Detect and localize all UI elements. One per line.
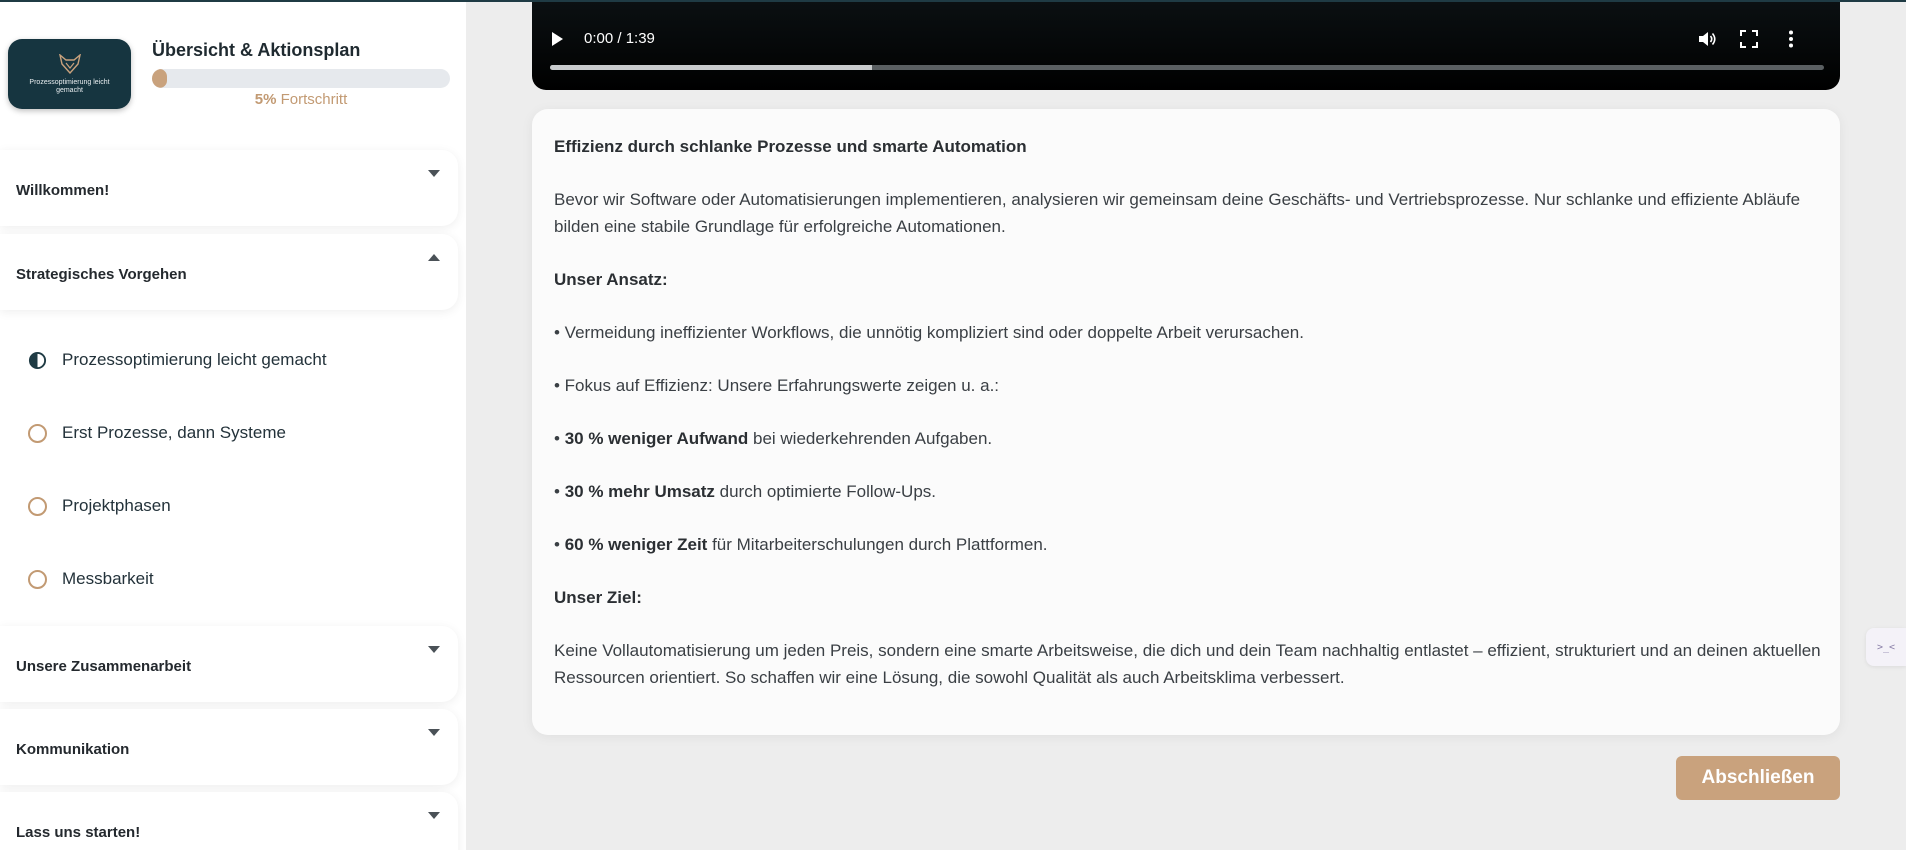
video-buffered (550, 65, 873, 70)
sidebar-header: Prozessoptimierung leicht gemacht Übersi… (0, 2, 466, 142)
section-title: Unsere Zusammenarbeit (16, 658, 192, 675)
lesson-item-projektphasen[interactable]: Projektphasen (28, 491, 171, 521)
lesson-label: Erst Prozesse, dann Systeme (62, 423, 286, 442)
sidebar-title: Übersicht & Aktionsplan (152, 40, 361, 60)
chevron-down-icon (428, 170, 440, 177)
lesson-label: Prozessoptimierung leicht gemacht (62, 350, 327, 369)
section-title: Willkommen! (16, 182, 110, 199)
half-circle-progress-icon (28, 351, 47, 369)
fullscreen-icon[interactable] (1740, 30, 1758, 48)
progress-label: 5% Fortschritt (152, 91, 450, 108)
lesson-item-prozessoptimierung[interactable]: Prozessoptimierung leicht gemacht (28, 345, 327, 375)
video-player[interactable]: 0:00 / 1:39 (532, 2, 1840, 90)
circle-empty-icon (28, 496, 47, 516)
chevron-down-icon (428, 812, 440, 819)
content-title: Effizienz durch schlanke Prozesse und sm… (554, 137, 1027, 156)
stat-bold: 60 % weniger Zeit (564, 535, 708, 554)
section-lass-uns-starten[interactable]: Lass uns starten! (0, 792, 458, 850)
play-icon[interactable] (552, 32, 563, 46)
stat-bold: 30 % mehr Umsatz (564, 482, 715, 501)
chevron-up-icon (428, 254, 440, 261)
circle-empty-icon (28, 423, 47, 443)
stat-bold: 30 % weniger Aufwand (564, 429, 749, 448)
lesson-main: 0:00 / 1:39 Effizienz durch schlanke Pro… (466, 2, 1906, 850)
section-title: Kommunikation (16, 741, 130, 758)
stat-rest: bei wiederkehrenden Aufgaben. (748, 429, 993, 448)
progress-percent: 5% (254, 91, 277, 108)
lesson-item-erst-prozesse[interactable]: Erst Prozesse, dann Systeme (28, 418, 286, 448)
logo-text: Prozessoptimierung leicht gemacht (29, 78, 110, 94)
progress-suffix: Fortschritt (276, 91, 348, 108)
lesson-label: Messbarkeit (62, 569, 154, 588)
fox-logo-icon (58, 53, 81, 74)
lesson-label: Projektphasen (62, 496, 171, 515)
goal-heading: Unser Ziel: (554, 588, 642, 607)
side-widget-tab[interactable]: >_< (1866, 628, 1906, 666)
chevron-down-icon (428, 646, 440, 653)
progress-fill (152, 69, 167, 88)
section-title: Lass uns starten! (16, 824, 141, 841)
volume-icon[interactable] (1697, 29, 1717, 49)
video-time: 0:00 / 1:39 (584, 30, 655, 47)
widget-icon: >_< (1876, 641, 1896, 653)
chevron-down-icon (428, 729, 440, 736)
content-intro: Bevor wir Software oder Automatisierunge… (554, 190, 1801, 236)
stat-item: • 30 % mehr Umsatz durch optimierte Foll… (554, 482, 936, 501)
section-strategisches-vorgehen[interactable]: Strategisches Vorgehen (0, 234, 458, 310)
more-options-icon[interactable] (1787, 30, 1795, 48)
section-willkommen[interactable]: Willkommen! (0, 150, 458, 226)
course-logo[interactable]: Prozessoptimierung leicht gemacht (8, 39, 131, 109)
stat-rest: für Mitarbeiterschulungen durch Plattfor… (707, 535, 1048, 554)
section-unsere-zusammenarbeit[interactable]: Unsere Zusammenarbeit (0, 626, 458, 702)
bullet-item: • Vermeidung ineffizienter Workflows, di… (554, 323, 1304, 342)
goal-text: Keine Vollautomatisierung um jeden Preis… (554, 641, 1821, 687)
stat-item: • 30 % weniger Aufwand bei wiederkehrend… (554, 429, 993, 448)
course-sidebar: Prozessoptimierung leicht gemacht Übersi… (0, 2, 466, 850)
lesson-item-messbarkeit[interactable]: Messbarkeit (28, 564, 154, 594)
complete-button[interactable]: Abschließen (1676, 756, 1840, 800)
stat-rest: durch optimierte Follow-Ups. (714, 482, 936, 501)
section-title: Strategisches Vorgehen (16, 266, 187, 283)
stat-item: • 60 % weniger Zeit für Mitarbeiterschul… (554, 535, 1048, 554)
lesson-content-card: Effizienz durch schlanke Prozesse und sm… (532, 109, 1840, 735)
bullet-item: • Fokus auf Effizienz: Unsere Erfahrungs… (554, 376, 1000, 395)
progress-bar (152, 69, 450, 88)
circle-empty-icon (28, 569, 47, 589)
section-kommunikation[interactable]: Kommunikation (0, 709, 458, 785)
video-seek-bar[interactable] (550, 65, 1824, 70)
approach-heading: Unser Ansatz: (554, 270, 668, 289)
